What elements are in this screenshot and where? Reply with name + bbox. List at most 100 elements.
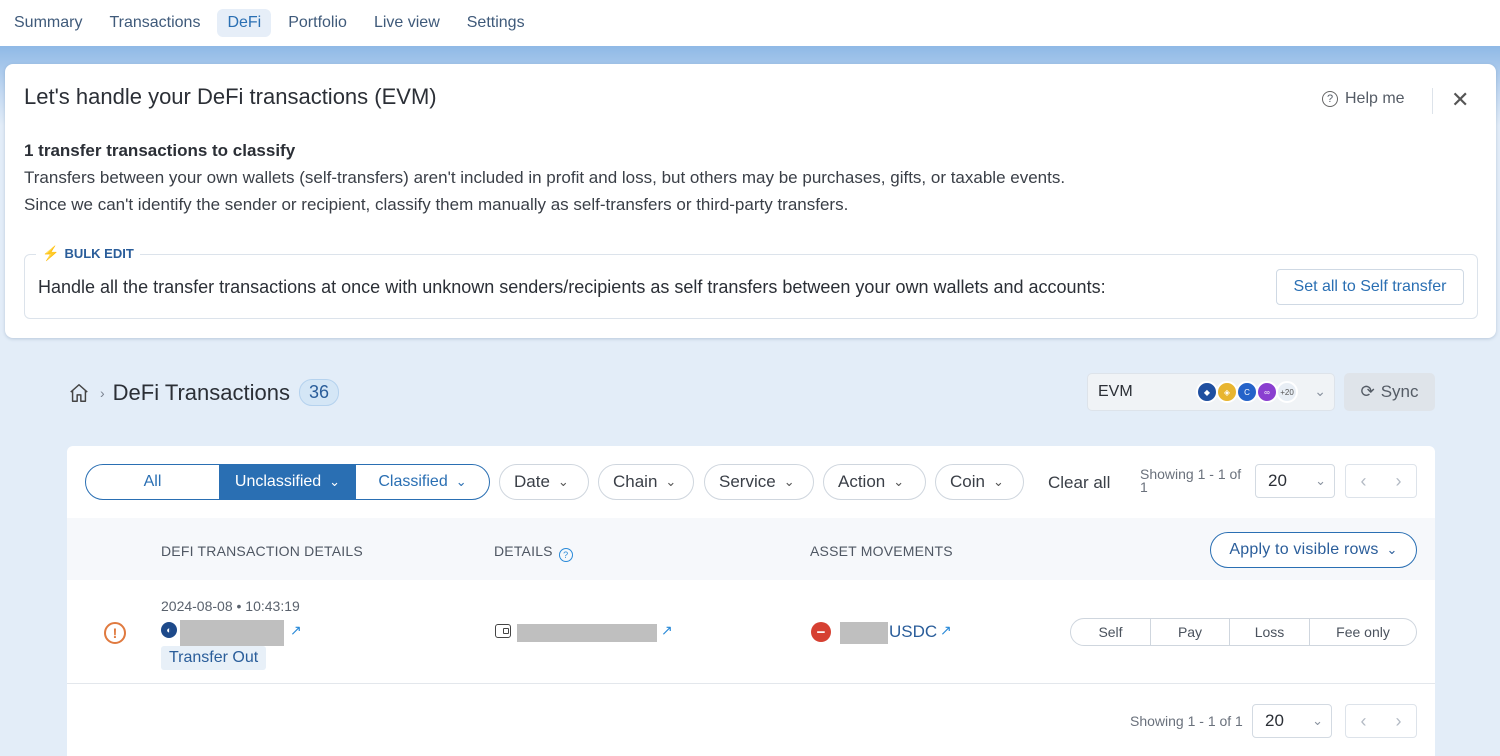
next-page-icon[interactable]: ›: [1381, 465, 1416, 497]
filter-unclassified[interactable]: Unclassified ⌄: [219, 465, 355, 499]
redacted-address: [180, 620, 284, 646]
chain-filter[interactable]: Chain ⌄: [598, 464, 694, 500]
chevron-down-icon: ⌄: [455, 474, 467, 489]
transactions-card: All Unclassified ⌄ Classified ⌄ Date ⌄ Ch…: [67, 446, 1435, 756]
panel-subheading: 1 transfer transactions to classify: [24, 141, 296, 160]
filter-classified-label: Classified: [378, 473, 448, 490]
prev-page-icon[interactable]: ‹: [1346, 465, 1381, 497]
service-filter[interactable]: Service ⌄: [704, 464, 814, 500]
table-header: DEFI TRANSACTION DETAILS DETAILS? ASSET …: [67, 518, 1435, 580]
column-header-details: DETAILS?: [494, 543, 573, 562]
filter-classified[interactable]: Classified ⌄: [355, 465, 489, 499]
celo-icon: C: [1236, 381, 1258, 403]
action-filter-label: Action: [838, 472, 886, 491]
classification-filter: All Unclassified ⌄ Classified ⌄: [85, 464, 490, 500]
clear-all-button[interactable]: Clear all: [1048, 473, 1110, 493]
tab-settings[interactable]: Settings: [457, 9, 535, 37]
apply-to-visible-rows-label: Apply to visible rows: [1229, 541, 1379, 558]
redacted-wallet: [517, 624, 657, 642]
chevron-down-icon: ⌄: [1315, 473, 1326, 488]
column-header-transaction-details: DEFI TRANSACTION DETAILS: [161, 543, 363, 559]
bulk-edit-text: Handle all the transfer transactions at …: [38, 277, 1106, 297]
transaction-count-badge: 36: [298, 379, 339, 406]
asset-symbol[interactable]: USDC: [889, 622, 937, 642]
per-page-value: 20: [1268, 471, 1287, 490]
external-link-icon[interactable]: ↗: [290, 622, 302, 639]
bulk-edit-box: ⚡ BULK EDIT Handle all the transfer tran…: [24, 245, 1478, 319]
sync-label: Sync: [1380, 382, 1419, 401]
bnb-icon: ◈: [1216, 381, 1238, 403]
chevron-down-icon: ⌄: [329, 474, 341, 489]
bulk-edit-tag: ⚡ BULK EDIT: [36, 245, 140, 262]
chevron-down-icon: ⌄: [557, 474, 569, 489]
date-filter-label: Date: [514, 472, 550, 491]
option-self[interactable]: Self: [1071, 619, 1150, 645]
panel-title: Let's handle your DeFi transactions (EVM…: [24, 84, 437, 109]
polygon-icon: ∞: [1256, 381, 1278, 403]
filter-unclassified-label: Unclassified: [234, 473, 322, 490]
tab-transactions[interactable]: Transactions: [99, 9, 210, 37]
next-page-icon[interactable]: ›: [1381, 705, 1416, 737]
tab-live-view[interactable]: Live view: [364, 9, 450, 37]
classification-options: Self Pay Loss Fee only: [1070, 618, 1417, 646]
transaction-timestamp: 2024-08-08 • 10:43:19: [161, 598, 300, 614]
question-icon: ?: [1322, 91, 1338, 107]
column-header-details-label: DETAILS: [494, 543, 553, 559]
column-header-asset-movements: ASSET MOVEMENTS: [810, 543, 953, 559]
divider: [1432, 88, 1433, 114]
warning-icon: !: [104, 622, 126, 644]
chevron-down-icon: ⌄: [783, 474, 795, 489]
external-link-icon[interactable]: ↗: [940, 622, 952, 639]
per-page-select-bottom[interactable]: 20 ⌄: [1252, 704, 1332, 738]
network-select[interactable]: EVM ◆ ◈ C ∞ +20 ⌄: [1087, 373, 1335, 411]
option-fee-only[interactable]: Fee only: [1309, 619, 1416, 645]
set-all-self-transfer-button[interactable]: Set all to Self transfer: [1276, 269, 1464, 305]
outflow-icon: −: [811, 622, 831, 642]
help-me-label: Help me: [1345, 90, 1405, 107]
filter-all[interactable]: All: [86, 465, 219, 499]
page-title: DeFi Transactions: [112, 379, 290, 405]
option-loss[interactable]: Loss: [1229, 619, 1309, 645]
sync-button[interactable]: ⟳ Sync: [1344, 373, 1435, 411]
tab-defi[interactable]: DeFi: [217, 9, 272, 37]
table-row: ! 2024-08-08 • 10:43:19 ◐ ↗ Transfer Out…: [67, 580, 1435, 684]
pagination-summary-bottom: Showing 1 - 1 of 1: [1130, 713, 1243, 729]
close-icon[interactable]: ✕: [1451, 89, 1469, 111]
date-filter[interactable]: Date ⌄: [499, 464, 589, 500]
pager-top: ‹ ›: [1345, 464, 1417, 498]
tab-summary[interactable]: Summary: [4, 9, 92, 37]
sync-icon: ⟳: [1360, 382, 1375, 401]
lightning-icon: ⚡: [42, 245, 60, 261]
chevron-down-icon: ⌄: [1386, 542, 1398, 557]
apply-to-visible-rows-button[interactable]: Apply to visible rows ⌄: [1210, 532, 1417, 568]
breadcrumb-separator-icon: ›: [100, 384, 105, 401]
chevron-down-icon: ⌄: [992, 474, 1004, 489]
per-page-value: 20: [1265, 711, 1284, 730]
coin-icon-group: ◆ ◈ C ∞ +20: [1196, 381, 1298, 403]
chevron-down-icon: ⌄: [1312, 713, 1323, 728]
home-icon[interactable]: [68, 382, 90, 404]
chevron-down-icon: ⌄: [893, 474, 905, 489]
coin-filter[interactable]: Coin ⌄: [935, 464, 1024, 500]
prev-page-icon[interactable]: ‹: [1346, 705, 1381, 737]
wallet-icon: [495, 624, 511, 638]
redacted-amount: [840, 622, 888, 644]
panel-description-line2: Since we can't identify the sender or re…: [24, 195, 849, 214]
tab-portfolio[interactable]: Portfolio: [278, 9, 357, 37]
per-page-select-top[interactable]: 20 ⌄: [1255, 464, 1335, 498]
option-pay[interactable]: Pay: [1150, 619, 1229, 645]
chevron-down-icon: ⌄: [1314, 383, 1326, 399]
pager-bottom: ‹ ›: [1345, 704, 1417, 738]
pagination-summary-top: Showing 1 - 1 of 1: [1140, 466, 1242, 495]
info-icon[interactable]: ?: [558, 548, 573, 562]
ethereum-icon: ◆: [1196, 381, 1218, 403]
panel-description-line1: Transfers between your own wallets (self…: [24, 168, 1066, 187]
more-networks-badge: +20: [1276, 381, 1298, 403]
chevron-down-icon: ⌄: [665, 474, 677, 489]
transfer-type-badge: Transfer Out: [161, 646, 267, 670]
external-link-icon[interactable]: ↗: [661, 622, 673, 639]
action-filter[interactable]: Action ⌄: [823, 464, 926, 500]
breadcrumb: › DeFi Transactions 36: [68, 379, 339, 406]
chain-icon: ◐: [161, 622, 177, 638]
help-me-button[interactable]: ? Help me: [1322, 90, 1405, 108]
